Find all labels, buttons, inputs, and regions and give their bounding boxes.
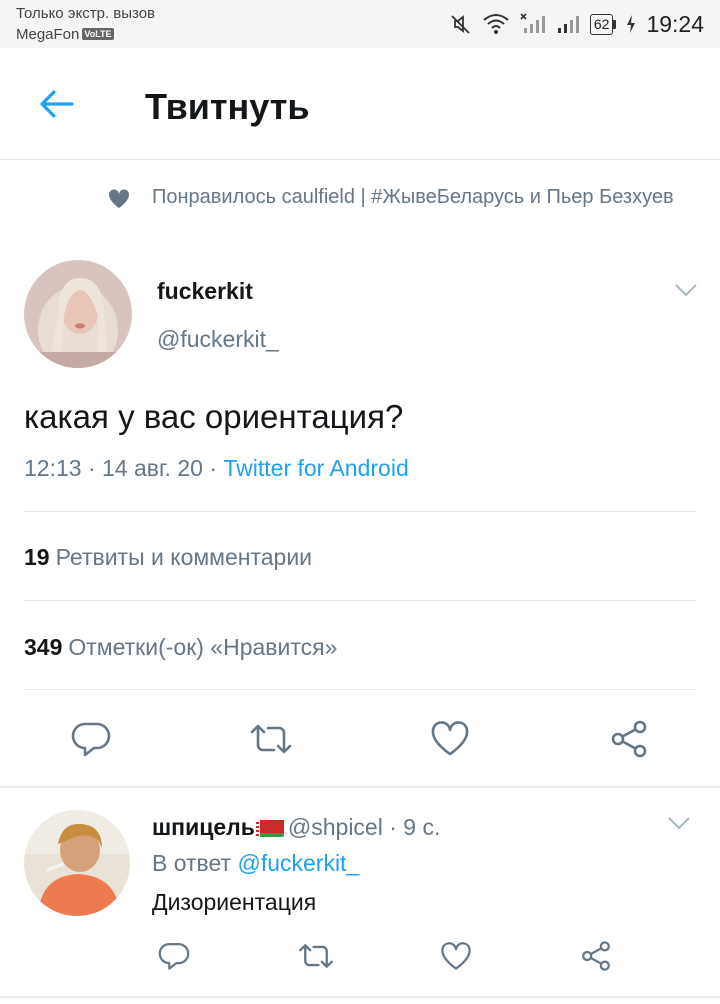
carrier-status: Только экстр. вызов [16,5,156,22]
signal-no-sim-icon [520,13,546,35]
tweet-text: какая у вас ориентация? [24,398,404,435]
status-bar: Только экстр. вызов MegaFon VoLTE 62 19:2… [0,0,720,48]
status-icons: 62 19:24 [450,9,704,39]
back-arrow-icon [40,90,74,118]
tweet-menu-button[interactable] [674,282,698,303]
reply-header: шпицель @shpicel · 9 с. [152,814,440,841]
likes-count: 349 [24,634,63,660]
heart-icon [104,184,138,214]
chevron-down-icon [668,817,690,830]
divider [24,511,696,512]
reply-icon [71,722,111,757]
retweets-stat[interactable]: 19 Ретвиты и комментарии [24,544,312,571]
author-handle[interactable]: @fuckerkit_ [157,326,279,353]
battery-level: 62 [589,13,614,35]
author-avatar[interactable] [24,260,132,368]
reply-like-button[interactable] [436,936,476,976]
reply-to-line: В ответ @fuckerkit_ [152,850,360,876]
clock: 19:24 [646,10,704,37]
reply-text: Дизориентация [152,889,317,915]
page-title: Твитнуть [145,86,310,127]
battery-icon: 62 [589,13,617,35]
retweets-count: 19 [24,544,50,570]
tweet-timestamp: 12:13 · 14 авг. 20 · Twitter for Android [24,455,409,481]
app-header: Твитнуть [0,48,720,160]
tweet-client-link[interactable]: Twitter for Android [223,455,408,481]
mute-icon [450,13,472,35]
reply-reply-button[interactable] [154,936,194,976]
flag-icon [254,818,284,837]
reply-menu-button[interactable] [667,815,691,836]
liked-by-text: Понравилось caulfield | #ЖывеБеларусь и … [152,186,674,208]
share-icon [611,720,647,758]
like-button[interactable] [426,716,474,762]
retweet-button[interactable] [244,716,298,762]
likes-stat[interactable]: 349 Отметки(-ок) «Нравится» [24,634,337,661]
reply-age: · 9 с. [382,814,441,840]
charging-icon [626,14,636,34]
reply-icon [158,943,190,970]
reply-author-handle[interactable]: @shpicel [288,814,383,840]
social-context: Понравилось caulfield | #ЖывеБеларусь и … [104,184,704,214]
wifi-icon [482,13,510,35]
carrier-name: MegaFon VoLTE [16,26,114,43]
back-button[interactable] [34,86,78,122]
retweet-icon [299,944,333,968]
reply-author-avatar[interactable] [24,810,130,916]
share-button[interactable] [606,716,652,762]
chevron-down-icon [675,284,697,297]
divider [24,600,696,601]
divider [24,689,696,690]
retweets-label: Ретвиты и комментарии [55,544,313,570]
section-divider [0,996,720,998]
heart-outline-icon [441,941,471,970]
reply-author-name[interactable]: шпицель [152,814,255,840]
reply-mention-link[interactable]: @fuckerkit_ [237,850,359,876]
retweet-icon [250,724,292,754]
signal-icon [556,13,580,35]
reply-share-button[interactable] [576,936,616,976]
author-name[interactable]: fuckerkit [157,278,253,305]
heart-outline-icon [431,721,469,756]
section-divider [0,786,720,788]
volte-badge: VoLTE [82,28,114,40]
reply-retweet-button[interactable] [294,936,338,976]
likes-label: Отметки(-ок) «Нравится» [68,634,338,660]
share-icon [582,941,610,971]
reply-button[interactable] [66,716,116,762]
